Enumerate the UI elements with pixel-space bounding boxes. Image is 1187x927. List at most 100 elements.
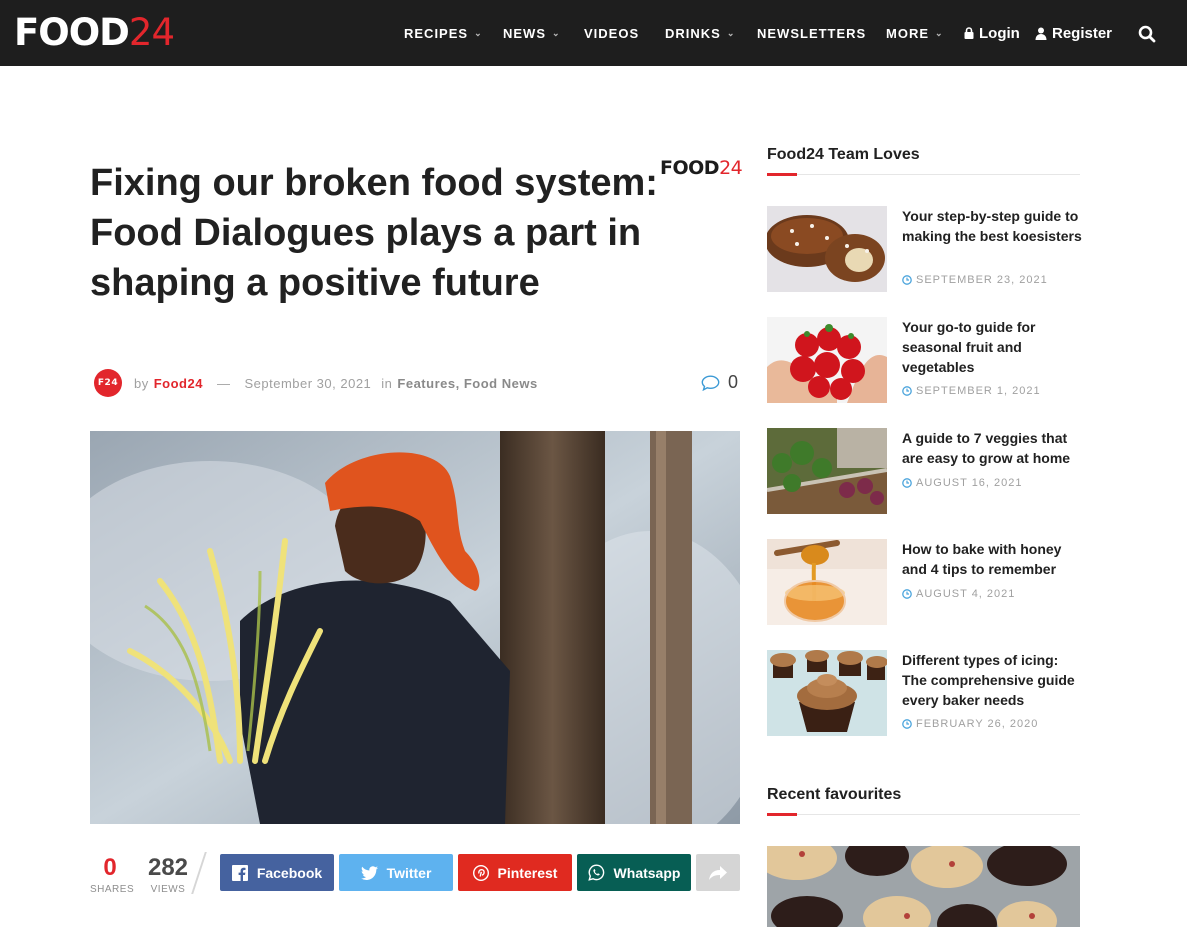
search-icon: [1138, 25, 1156, 43]
post-thumbnail-koesisters[interactable]: [767, 206, 887, 292]
nav-item-more[interactable]: MORE ⌄: [886, 0, 944, 66]
article-title: Fixing our broken food system: Food Dial…: [90, 162, 658, 304]
post-title-link[interactable]: A guide to 7 veggies that are easy to gr…: [902, 428, 1082, 468]
nav-item-label: MORE: [886, 25, 929, 41]
in-label: in: [381, 375, 393, 391]
badge-text-red: 24: [719, 157, 743, 179]
shares-counter: 0 SHARES: [90, 854, 135, 896]
comment-icon: [701, 374, 720, 391]
pinterest-icon: [472, 864, 489, 881]
clock-icon: [902, 589, 912, 599]
nav-item-newsletters[interactable]: NEWSLETTERS: [757, 0, 866, 66]
clock-icon: [902, 719, 912, 729]
clock-icon: [902, 386, 912, 396]
author-link[interactable]: Food24: [154, 376, 203, 391]
widget-divider: [767, 174, 1080, 175]
chevron-down-icon: ⌄: [474, 27, 483, 38]
facebook-icon: [231, 864, 248, 881]
chevron-down-icon: ⌄: [552, 27, 561, 38]
sidebar-post: Your go-to guide for seasonal fruit and …: [767, 317, 1080, 403]
site-logo[interactable]: FOOD 24: [14, 11, 175, 54]
comment-count: 0: [728, 372, 739, 392]
author-avatar[interactable]: F24: [94, 369, 122, 397]
twitter-share-button[interactable]: Twitter: [339, 854, 453, 891]
chevron-down-icon: ⌄: [935, 27, 944, 38]
shares-label: SHARES: [90, 884, 135, 895]
post-date: SEPTEMBER 1, 2021: [902, 385, 1041, 397]
twitter-label: Twitter: [386, 864, 432, 881]
sidebar-post: How to bake with honey and 4 tips to rem…: [767, 539, 1080, 625]
sidebar-post: Different types of icing: The comprehens…: [767, 650, 1080, 736]
user-icon: [1035, 27, 1047, 40]
shares-count: 0: [103, 854, 117, 881]
login-label: Login: [979, 24, 1020, 42]
top-navigation-bar: FOOD 24 RECIPES ⌄ NEWS ⌄ VIDEOS DRINKS ⌄ NEW…: [0, 0, 1187, 66]
sidebar-post: Your step-by-step guide to making the be…: [767, 206, 1082, 292]
search-button[interactable]: [1138, 25, 1156, 43]
nav-item-label: VIDEOS: [584, 25, 640, 41]
by-label: by: [134, 375, 149, 391]
whatsapp-icon: [587, 864, 604, 881]
meta-separator: —: [216, 375, 231, 391]
post-title-link[interactable]: How to bake with honey and 4 tips to rem…: [902, 539, 1082, 579]
post-thumbnail-vegetable-garden[interactable]: [767, 428, 887, 514]
twitter-icon: [360, 865, 378, 880]
post-title-link[interactable]: Your go-to guide for seasonal fruit and …: [902, 317, 1082, 377]
post-date-text: SEPTEMBER 1, 2021: [916, 385, 1041, 397]
facebook-share-button[interactable]: Facebook: [220, 854, 334, 891]
clock-icon: [902, 478, 912, 488]
nav-item-label: DRINKS: [665, 25, 721, 41]
nav-item-news[interactable]: NEWS ⌄: [503, 0, 561, 66]
nav-item-label: RECIPES: [404, 25, 469, 41]
nav-item-recipes[interactable]: RECIPES ⌄: [404, 0, 483, 66]
clock-icon: [902, 275, 912, 285]
widget-accent-bar: [767, 813, 797, 816]
post-date-text: SEPTEMBER 23, 2021: [916, 274, 1048, 286]
logo-text-white: FOOD: [14, 11, 130, 54]
facebook-label: Facebook: [256, 864, 323, 881]
nav-item-videos[interactable]: VIDEOS: [584, 0, 639, 66]
category-separator: ,: [455, 375, 460, 391]
post-thumbnail-strawberries[interactable]: [767, 317, 887, 403]
post-date-text: AUGUST 4, 2021: [916, 588, 1016, 600]
share-divider: [191, 852, 207, 894]
recent-favourites-heading: Recent favourites: [767, 786, 902, 803]
team-loves-heading: Food24 Team Loves: [767, 146, 920, 163]
post-title-link[interactable]: Different types of icing: The comprehens…: [902, 650, 1082, 710]
views-count: 282: [147, 854, 189, 881]
whatsapp-share-button[interactable]: Whatsapp: [577, 854, 691, 891]
nav-item-drinks[interactable]: DRINKS ⌄: [665, 0, 735, 66]
lock-icon: [964, 27, 974, 39]
category-link-features[interactable]: Features: [397, 376, 455, 391]
widget-accent-bar: [767, 173, 797, 176]
category-link-food-news[interactable]: Food News: [464, 376, 538, 391]
recent-favourite-cookies-image[interactable]: [767, 846, 1080, 927]
views-counter: 282 VIEWS: [144, 854, 192, 896]
whatsapp-label: Whatsapp: [613, 864, 681, 881]
pinterest-share-button[interactable]: Pinterest: [458, 854, 572, 891]
article-hero-image: [90, 431, 740, 824]
post-date: FEBRUARY 26, 2020: [902, 718, 1038, 730]
post-thumbnail-honey[interactable]: [767, 539, 887, 625]
nav-item-label: NEWS: [503, 25, 546, 41]
register-link[interactable]: Register: [1035, 0, 1112, 66]
logo-text-red: 24: [128, 11, 175, 54]
food24-badge-logo: FOOD24: [660, 157, 743, 179]
register-label: Register: [1052, 24, 1113, 42]
more-share-button[interactable]: [696, 854, 740, 891]
woman-carrying-maize-image: [90, 431, 740, 824]
post-date: AUGUST 4, 2021: [902, 588, 1015, 600]
nav-item-label: NEWSLETTERS: [757, 25, 867, 41]
article-meta: F24 by Food24 — September 30, 2021 in Fe…: [94, 369, 538, 397]
sidebar-post: A guide to 7 veggies that are easy to gr…: [767, 428, 1080, 514]
comments-link[interactable]: 0: [701, 372, 738, 393]
post-title-link[interactable]: Your step-by-step guide to making the be…: [902, 206, 1082, 246]
post-date: SEPTEMBER 23, 2021: [902, 274, 1048, 286]
post-thumbnail-cupcakes[interactable]: [767, 650, 887, 736]
views-label: VIEWS: [150, 884, 186, 895]
pinterest-label: Pinterest: [497, 864, 558, 881]
login-link[interactable]: Login: [964, 0, 1020, 66]
chevron-down-icon: ⌄: [726, 27, 736, 38]
widget-divider: [767, 814, 1080, 815]
badge-text-black: FOOD: [660, 157, 720, 179]
